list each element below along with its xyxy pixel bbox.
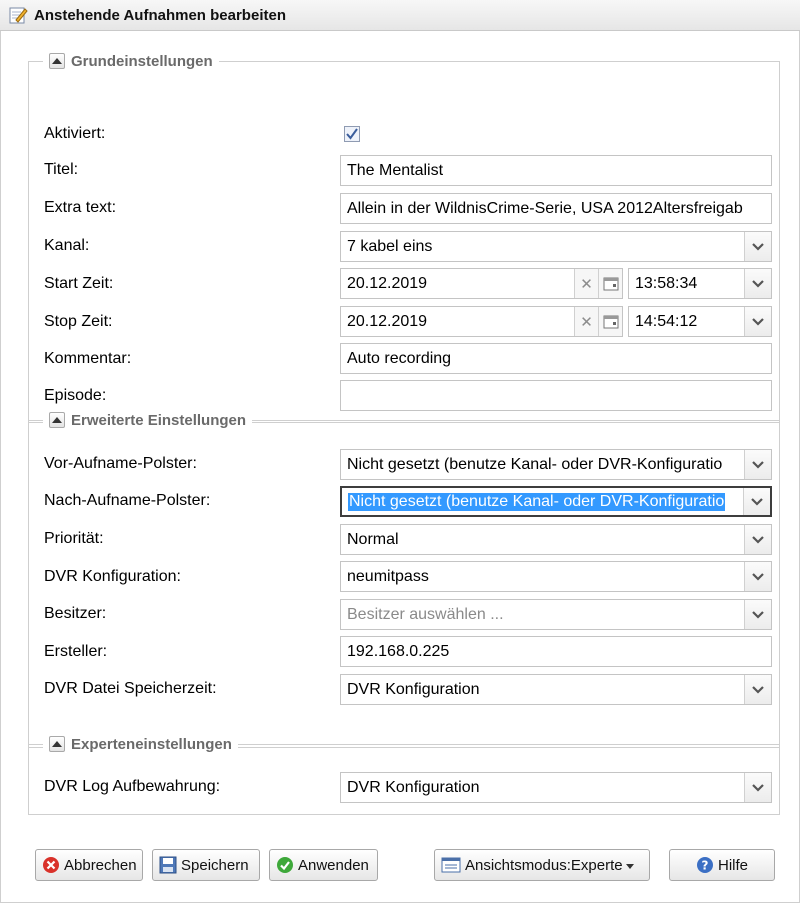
- log-retention-select[interactable]: DVR Konfiguration: [340, 772, 772, 803]
- episode-label: Episode:: [44, 387, 107, 404]
- window-titlebar: Anstehende Aufnahmen bearbeiten: [0, 0, 800, 31]
- chevron-down-icon[interactable]: [744, 525, 771, 554]
- retention-label: DVR Datei Speicherzeit:: [44, 680, 217, 697]
- save-button[interactable]: Speichern: [152, 849, 260, 881]
- chevron-down-icon[interactable]: [744, 269, 771, 298]
- chevron-down-icon[interactable]: [744, 562, 771, 591]
- extra-text-label: Extra text:: [44, 199, 117, 216]
- caret-down-icon: [625, 857, 634, 874]
- priority-select[interactable]: Normal: [340, 524, 772, 555]
- help-icon: ?: [696, 856, 714, 874]
- clear-icon[interactable]: ✕: [574, 307, 598, 336]
- calendar-icon[interactable]: [598, 269, 622, 298]
- pre-padding-label: Vor-Aufname-Polster:: [44, 455, 197, 472]
- dvr-config-label: DVR Konfiguration:: [44, 568, 181, 585]
- basic-settings-fieldset: Grundeinstellungen Aktiviert: Titel: The…: [28, 51, 780, 423]
- clear-icon[interactable]: ✕: [574, 269, 598, 298]
- channel-label: Kanal:: [44, 237, 90, 254]
- owner-select[interactable]: Besitzer auswählen ...: [340, 599, 772, 630]
- post-padding-select[interactable]: Nicht gesetzt (benutze Kanal- oder DVR-K…: [340, 486, 772, 517]
- collapse-up-icon[interactable]: [49, 736, 65, 752]
- expert-settings-fieldset: Experteneinstellungen DVR Log Aufbewahru…: [28, 734, 780, 815]
- advanced-settings-title: Erweiterte Einstellungen: [71, 411, 247, 429]
- dvr-config-select[interactable]: neumitpass: [340, 561, 772, 592]
- chevron-down-icon[interactable]: [744, 232, 771, 261]
- post-padding-label: Nach-Aufname-Polster:: [44, 492, 211, 509]
- title-input[interactable]: The Mentalist: [340, 155, 772, 186]
- cancel-icon: [42, 856, 60, 874]
- apply-button[interactable]: Anwenden: [269, 849, 378, 881]
- creator-input[interactable]: 192.168.0.225: [340, 636, 772, 667]
- collapse-up-icon[interactable]: [49, 412, 65, 428]
- view-mode-icon: [441, 856, 461, 874]
- advanced-settings-fieldset: Erweiterte Einstellungen Vor-Aufname-Pol…: [28, 410, 780, 748]
- comment-label: Kommentar:: [44, 350, 132, 367]
- extra-text-input[interactable]: Allein in der WildnisCrime-Serie, USA 20…: [340, 193, 772, 224]
- chevron-down-icon[interactable]: [744, 450, 771, 479]
- chevron-down-icon[interactable]: [743, 488, 770, 515]
- comment-input[interactable]: Auto recording: [340, 343, 772, 374]
- calendar-icon[interactable]: [598, 307, 622, 336]
- creator-label: Ersteller:: [44, 643, 108, 660]
- svg-text:?: ?: [702, 859, 709, 873]
- checkmark-icon: [346, 128, 358, 140]
- pre-padding-select[interactable]: Nicht gesetzt (benutze Kanal- oder DVR-K…: [340, 449, 772, 480]
- chevron-down-icon[interactable]: [744, 675, 771, 704]
- view-mode-button[interactable]: Ansichtsmodus:Experte: [434, 849, 650, 881]
- collapse-up-icon[interactable]: [49, 53, 65, 69]
- save-icon: [159, 856, 177, 874]
- channel-select[interactable]: 7 kabel eins: [340, 231, 772, 262]
- start-time-select[interactable]: 13:58:34: [628, 268, 772, 299]
- chevron-down-icon[interactable]: [744, 773, 771, 802]
- retention-select[interactable]: DVR Konfiguration: [340, 674, 772, 705]
- stop-time-label: Stop Zeit:: [44, 313, 113, 330]
- priority-label: Priorität:: [44, 530, 104, 547]
- episode-input[interactable]: [340, 380, 772, 411]
- cancel-button[interactable]: Abbrechen: [35, 849, 143, 881]
- owner-label: Besitzer:: [44, 605, 107, 622]
- start-time-label: Start Zeit:: [44, 275, 114, 292]
- basic-settings-title: Grundeinstellungen: [71, 52, 213, 70]
- stop-time-select[interactable]: 14:54:12: [628, 306, 772, 337]
- log-retention-label: DVR Log Aufbewahrung:: [44, 778, 221, 795]
- title-label: Titel:: [44, 161, 79, 178]
- help-button[interactable]: ? Hilfe: [669, 849, 775, 881]
- start-date-input[interactable]: 20.12.2019 ✕: [340, 268, 623, 299]
- stop-date-input[interactable]: 20.12.2019 ✕: [340, 306, 623, 337]
- chevron-down-icon[interactable]: [744, 307, 771, 336]
- edit-dialog: Grundeinstellungen Aktiviert: Titel: The…: [0, 31, 800, 903]
- enabled-label: Aktiviert:: [44, 125, 106, 142]
- chevron-down-icon[interactable]: [744, 600, 771, 629]
- edit-icon: [8, 5, 28, 25]
- expert-settings-title: Experteneinstellungen: [71, 735, 232, 753]
- checkmark-circle-icon: [276, 856, 294, 874]
- window-title: Anstehende Aufnahmen bearbeiten: [34, 6, 286, 24]
- enabled-checkbox[interactable]: [344, 126, 360, 142]
